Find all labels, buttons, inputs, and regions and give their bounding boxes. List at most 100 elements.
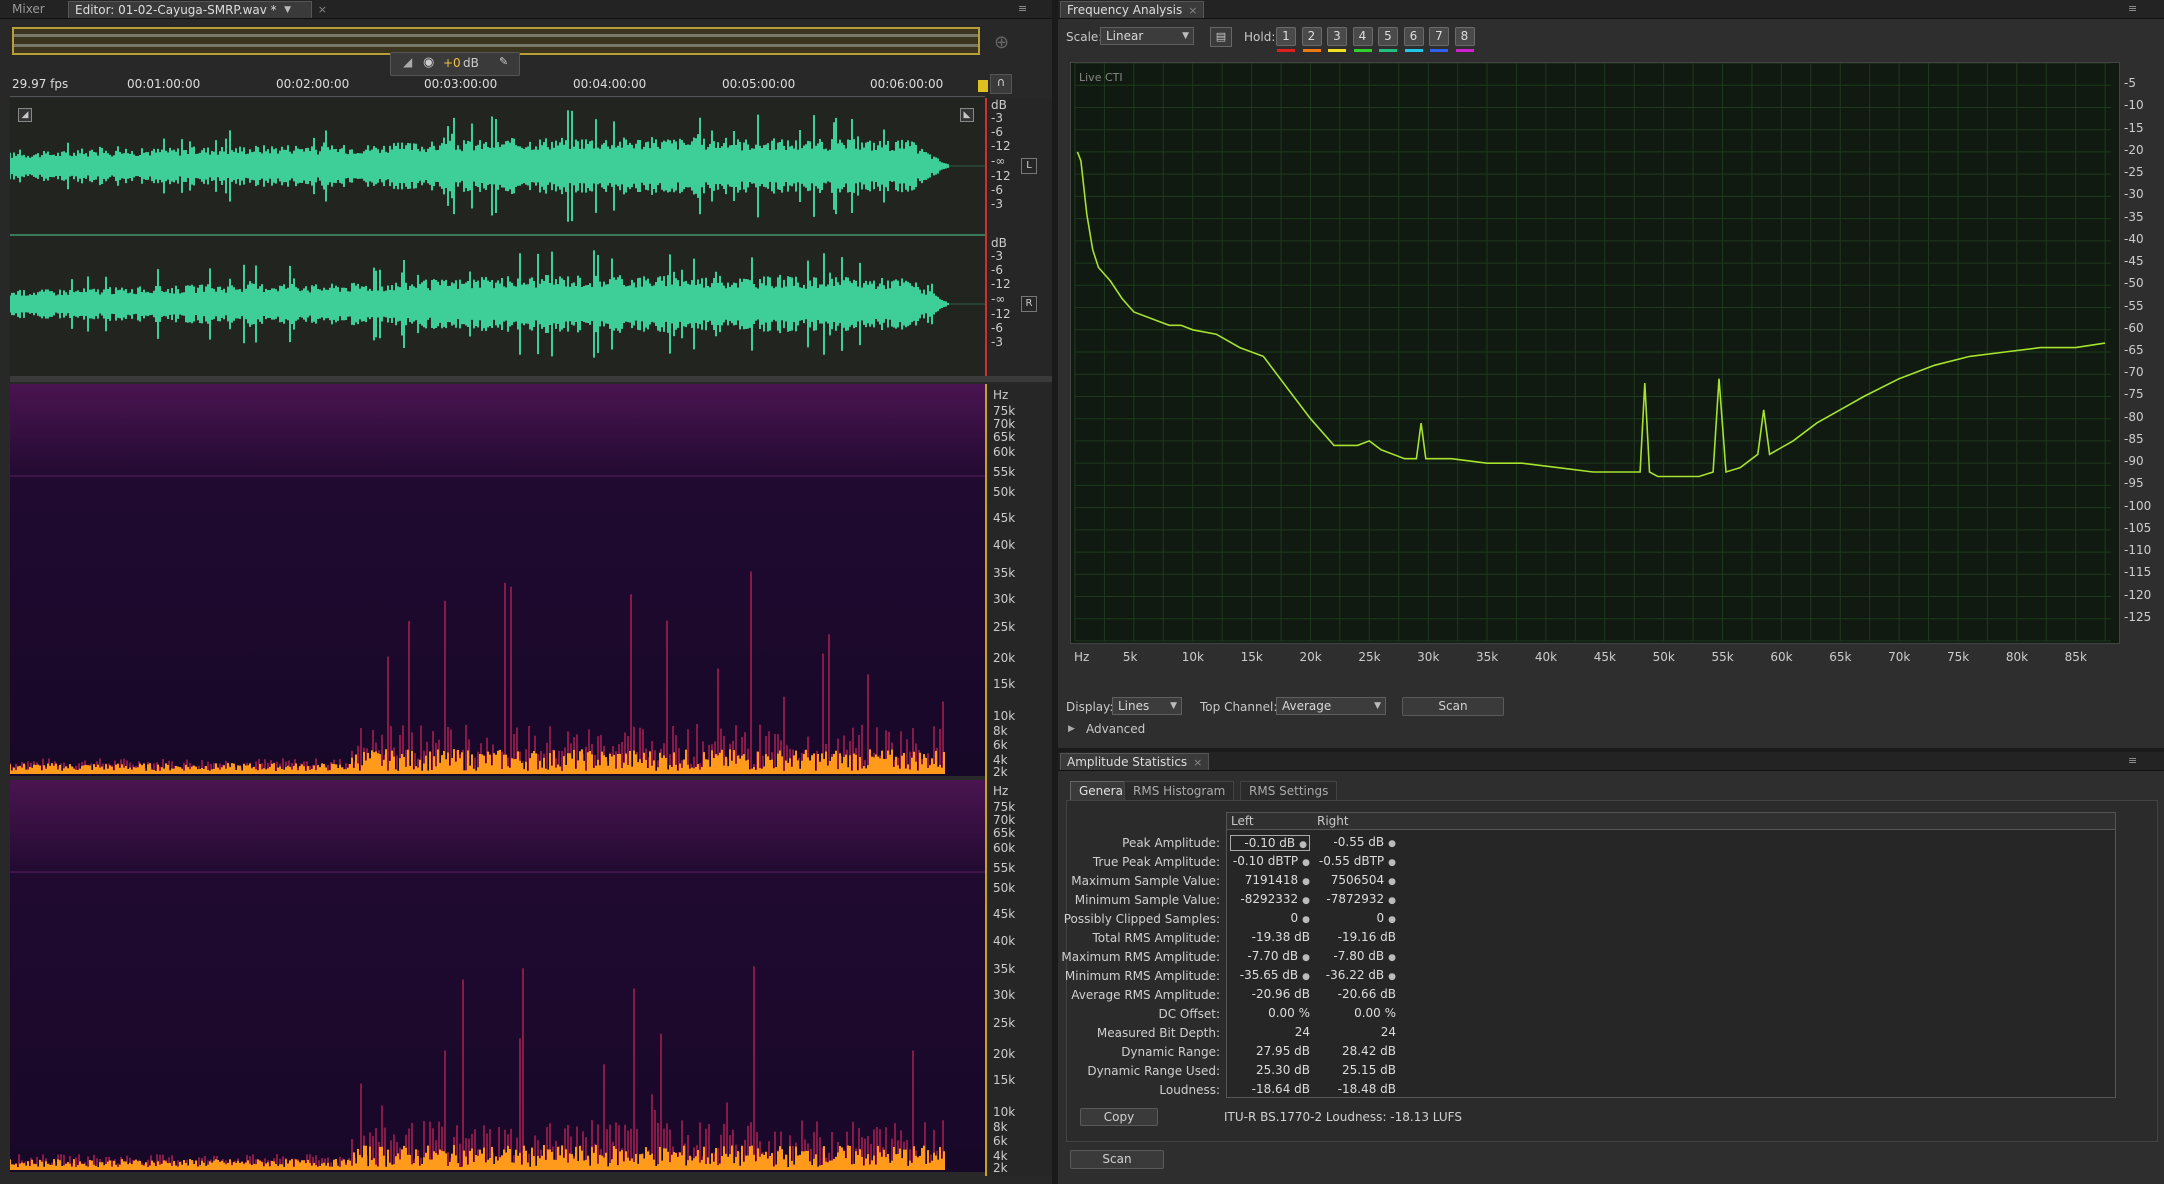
freq-x-tick: 75k: [1946, 650, 1970, 664]
zoom-icon[interactable]: ⊕: [994, 32, 1009, 53]
go-to-marker-icon[interactable]: ●: [1302, 972, 1310, 982]
stat-cell-right[interactable]: -0.55 dB ●: [1316, 835, 1396, 851]
advanced-toggle[interactable]: Advanced: [1086, 722, 1145, 736]
go-to-marker-icon[interactable]: ●: [1388, 972, 1396, 982]
stat-cell-left[interactable]: -35.65 dB ●: [1230, 968, 1310, 984]
hold-button-8[interactable]: 8: [1454, 27, 1475, 46]
fade-out-handle-icon[interactable]: ◣: [960, 108, 974, 122]
stat-cell-left[interactable]: -7.70 dB ●: [1230, 949, 1310, 965]
spectral-view[interactable]: [10, 384, 985, 1176]
go-to-marker-icon[interactable]: ●: [1302, 896, 1310, 906]
amp-scan-button[interactable]: Scan: [1070, 1150, 1164, 1169]
stat-cell-left[interactable]: -0.10 dBTP ●: [1230, 854, 1310, 870]
volume-value[interactable]: +0: [443, 56, 461, 70]
go-to-marker-icon[interactable]: ●: [1388, 839, 1396, 849]
freq-scan-button[interactable]: Scan: [1402, 697, 1504, 716]
stat-cell-right[interactable]: -0.55 dBTP ●: [1316, 854, 1396, 870]
waveform-view[interactable]: ◢ ◣: [10, 98, 985, 376]
view-splitter[interactable]: [10, 376, 1052, 382]
panel-menu-icon[interactable]: ≡: [2128, 754, 2137, 767]
hold-button-6[interactable]: 6: [1403, 27, 1424, 46]
hold-button-3[interactable]: 3: [1327, 27, 1347, 46]
headphones-icon[interactable]: ∩: [990, 74, 1012, 94]
hold-color-6: [1404, 49, 1423, 52]
volume-knob-icon[interactable]: ◉: [423, 55, 434, 70]
file-dropdown-icon[interactable]: ▼: [284, 2, 291, 18]
stat-label: DC Offset:: [1158, 1007, 1220, 1021]
tab-rms-settings[interactable]: RMS Settings: [1240, 781, 1338, 800]
panel-menu-icon[interactable]: ≡: [1018, 2, 1027, 15]
hold-color-1: [1277, 49, 1295, 52]
display-value: Lines: [1118, 699, 1150, 713]
tab-amplitude-statistics[interactable]: Amplitude Statistics ×: [1060, 753, 1210, 770]
copy-button[interactable]: Copy: [1080, 1108, 1158, 1126]
hz-tick: 10k: [993, 1105, 1016, 1119]
hz-tick: 8k: [993, 1120, 1008, 1134]
time-ruler[interactable]: 29.97 fps 00:01:00:00 00:02:00:00 00:03:…: [10, 74, 985, 97]
go-to-marker-icon[interactable]: ●: [1388, 915, 1396, 925]
db-tick: -3: [991, 249, 1003, 263]
freq-x-tick: 65k: [1829, 650, 1852, 664]
stat-cell-right[interactable]: 7506504 ●: [1316, 873, 1396, 889]
go-to-marker-icon[interactable]: ●: [1388, 858, 1396, 868]
hz-ruler: Hz 75k 70k 65k 60k 55k 50k 45k 40k 35k 30k 25k 20k 15…: [985, 384, 1052, 1176]
tab-frequency-analysis[interactable]: Frequency Analysis ×: [1060, 1, 1205, 18]
freq-x-tick: 20k: [1299, 650, 1322, 664]
snapshot-icon[interactable]: ▤: [1210, 27, 1232, 47]
hz-tick: 8k: [993, 724, 1008, 738]
stat-cell-left[interactable]: -8292332 ●: [1230, 892, 1310, 908]
freq-y-tick: -15: [2124, 120, 2144, 135]
freq-x-tick: 35k: [1476, 650, 1499, 664]
fade-in-handle-icon[interactable]: ◢: [18, 108, 32, 122]
hold-button-1[interactable]: 1: [1276, 27, 1296, 46]
close-icon[interactable]: ×: [1188, 4, 1197, 17]
go-to-marker-icon[interactable]: ●: [1388, 896, 1396, 906]
stat-cell-right[interactable]: -36.22 dB ●: [1316, 968, 1396, 984]
tab-mixer[interactable]: Mixer: [6, 1, 51, 17]
channel-left-toggle[interactable]: L: [1021, 158, 1037, 174]
stat-cell-left[interactable]: 7191418 ●: [1230, 873, 1310, 889]
pin-icon[interactable]: ✎: [499, 55, 508, 68]
stat-value-left: -35.65 dB: [1239, 968, 1299, 982]
close-icon[interactable]: ×: [1193, 756, 1202, 769]
stat-cell-right[interactable]: 0 ●: [1316, 911, 1397, 927]
hold-button-4[interactable]: 4: [1352, 27, 1373, 46]
close-icon[interactable]: ×: [318, 2, 327, 18]
stat-cell-right: 25.15 dB: [1316, 1063, 1396, 1079]
scale-dropdown[interactable]: Linear ▼: [1100, 27, 1194, 45]
stat-label: Loudness:: [1159, 1083, 1220, 1097]
stat-cell-left[interactable]: 0 ●: [1230, 911, 1311, 927]
freq-x-tick: 70k: [1888, 650, 1911, 664]
display-dropdown[interactable]: Lines ▼: [1112, 697, 1182, 715]
stat-cell-right[interactable]: -7872932 ●: [1316, 892, 1396, 908]
time-tick: 00:06:00:00: [870, 77, 944, 91]
tab-editor[interactable]: Editor: 01-02-Cayuga-SMRP.wav * ▼ ×: [68, 1, 327, 18]
channel-right-toggle[interactable]: R: [1021, 296, 1037, 312]
stat-cell-left[interactable]: -0.10 dB ●: [1230, 835, 1310, 851]
hz-tick: 40k: [993, 934, 1016, 948]
volume-hud[interactable]: ◢ ◉ +0 dB ✎: [390, 52, 520, 76]
hold-button-2[interactable]: 2: [1301, 27, 1322, 46]
top-channel-dropdown[interactable]: Average ▼: [1276, 697, 1386, 715]
tab-rms-histogram[interactable]: RMS Histogram: [1124, 781, 1235, 800]
stat-cell-right[interactable]: -7.80 dB ●: [1316, 949, 1396, 965]
hold-button-5[interactable]: 5: [1378, 27, 1398, 46]
hold-button-7[interactable]: 7: [1429, 27, 1449, 46]
go-to-marker-icon[interactable]: ●: [1388, 953, 1396, 963]
playhead-marker[interactable]: [978, 80, 988, 92]
overview-bar[interactable]: [12, 27, 980, 55]
hold-color-7: [1430, 49, 1448, 52]
go-to-marker-icon[interactable]: ●: [1302, 877, 1310, 887]
panel-menu-icon[interactable]: ≡: [2128, 2, 2137, 15]
go-to-marker-icon[interactable]: ●: [1388, 877, 1396, 887]
go-to-marker-icon[interactable]: ●: [1302, 915, 1310, 925]
go-to-marker-icon[interactable]: ●: [1299, 840, 1307, 850]
go-to-marker-icon[interactable]: ●: [1302, 858, 1310, 868]
stat-cell-right: -18.48 dB: [1316, 1082, 1396, 1098]
frequency-graph[interactable]: Live CTI: [1070, 62, 2120, 644]
tab-freq-label: Frequency Analysis: [1067, 3, 1183, 17]
go-to-marker-icon[interactable]: ●: [1302, 953, 1310, 963]
stat-cell-right: 28.42 dB: [1316, 1044, 1396, 1060]
stat-value-right: -19.16 dB: [1337, 930, 1396, 944]
disclosure-triangle-icon[interactable]: ▶: [1068, 724, 1075, 734]
